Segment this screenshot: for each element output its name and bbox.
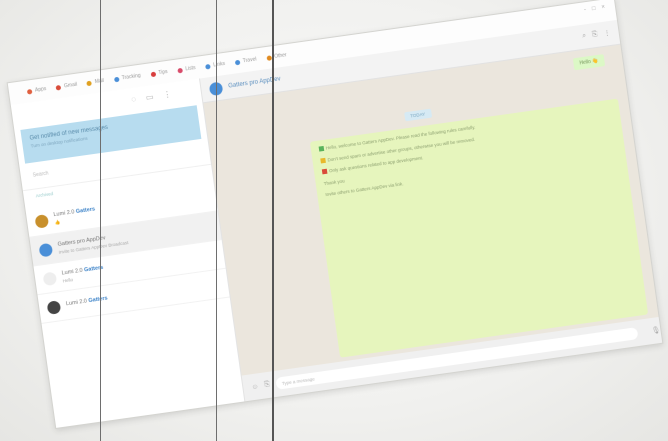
- bookmark-item[interactable]: Tracking: [113, 73, 141, 83]
- outgoing-message[interactable]: Hello 👋: [572, 54, 606, 71]
- chat-name: Lumi 2.0 Gatters: [66, 296, 108, 308]
- chat-list: Lumi 2.0 Gatters 👍 Gatters pro AppDev Invi…: [25, 182, 230, 324]
- bookmark-favicon-icon: [205, 63, 211, 70]
- bookmark-label: Other: [273, 52, 288, 60]
- emoji-icon: [318, 145, 325, 152]
- bookmark-label: Apps: [34, 85, 47, 94]
- menu-icon[interactable]: ⋮: [163, 89, 172, 99]
- chat-name-highlight: Gatters: [88, 295, 109, 305]
- bookmark-favicon-icon: [177, 67, 183, 74]
- mic-icon[interactable]: 🎙: [651, 326, 661, 335]
- incoming-message[interactable]: Hello, welcome to Gatters AppDev. Please…: [309, 98, 649, 358]
- avatar: [38, 242, 54, 257]
- bookmark-item[interactable]: Tips: [150, 69, 168, 77]
- emoji-icon[interactable]: ☺: [251, 383, 259, 391]
- bookmark-item[interactable]: Lists: [177, 65, 197, 74]
- divider-line: [272, 0, 274, 441]
- divider-line: [100, 0, 101, 441]
- bookmark-label: Lists: [185, 65, 197, 73]
- attach-icon[interactable]: ⎘: [592, 31, 599, 40]
- bookmark-favicon-icon: [26, 88, 33, 95]
- status-icon[interactable]: ◌: [131, 94, 137, 104]
- bookmark-favicon-icon: [234, 59, 241, 65]
- minimize-icon[interactable]: -: [584, 7, 587, 13]
- message-line-text: Thank you: [323, 177, 345, 186]
- close-icon[interactable]: ×: [601, 4, 605, 10]
- avatar: [46, 299, 62, 315]
- avatar: [34, 213, 50, 229]
- bookmark-label: Tips: [158, 68, 169, 77]
- bookmark-item[interactable]: Travel: [234, 56, 257, 65]
- bookmark-favicon-icon: [55, 84, 62, 91]
- bookmark-favicon-icon: [150, 71, 156, 77]
- bookmark-item[interactable]: Apps: [26, 85, 47, 95]
- chat-name-text: Lumi 2.0: [65, 298, 88, 308]
- bookmark-label: Gmail: [63, 81, 78, 90]
- maximize-icon[interactable]: □: [592, 6, 596, 12]
- bookmark-favicon-icon: [86, 80, 93, 86]
- emoji-icon: [320, 157, 326, 163]
- bookmark-favicon-icon: [266, 54, 272, 61]
- bookmark-label: Travel: [242, 56, 257, 65]
- bookmark-item[interactable]: Other: [266, 52, 287, 61]
- bookmark-item[interactable]: Gmail: [55, 81, 78, 91]
- bookmark-item[interactable]: Mail: [86, 78, 104, 86]
- attach-icon[interactable]: ⎘: [264, 381, 271, 390]
- new-chat-icon[interactable]: ▭: [145, 92, 154, 102]
- divider-line: [216, 0, 217, 441]
- bookmark-label: Tracking: [121, 72, 142, 82]
- emoji-icon: [321, 168, 328, 175]
- menu-icon[interactable]: ⋮: [603, 29, 611, 38]
- bookmark-favicon-icon: [113, 76, 120, 82]
- bookmark-label: Links: [213, 60, 226, 69]
- conversation-pane: Gatters pro AppDev ⌕ ⎘ ⋮ Hello 👋 TODAY H…: [199, 19, 663, 402]
- date-divider: TODAY: [403, 108, 432, 122]
- avatar: [42, 270, 58, 286]
- search-icon[interactable]: ⌕: [582, 32, 587, 40]
